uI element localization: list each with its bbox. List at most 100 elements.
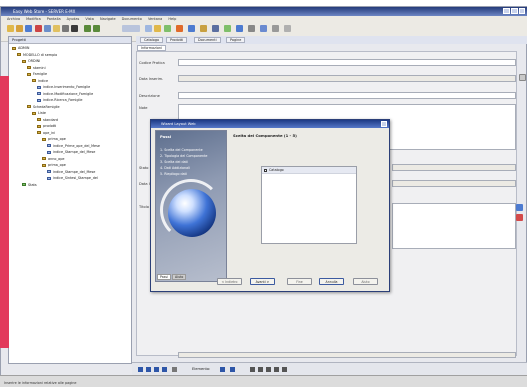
- tree-item[interactable]: standard: [37, 118, 58, 122]
- menu-navigate[interactable]: Navigate: [100, 17, 116, 21]
- insert-date-field[interactable]: [178, 75, 516, 82]
- menu-help-tools[interactable]: Ayudas: [67, 17, 80, 21]
- menu-window[interactable]: Ventana: [148, 17, 162, 21]
- tree-item[interactable]: Liste: [32, 111, 46, 115]
- open-folder-icon[interactable]: [16, 25, 23, 32]
- tree-item[interactable]: indice_Stampe_del_Mese: [47, 170, 95, 174]
- label-description: Descrizione: [139, 94, 160, 98]
- last-record-icon[interactable]: [162, 367, 167, 372]
- tree-item[interactable]: stamini: [27, 66, 46, 70]
- tab-catalog[interactable]: Catalogo: [140, 37, 164, 43]
- practice-code-field[interactable]: [178, 59, 516, 66]
- tree-item[interactable]: anno_ope: [42, 157, 64, 161]
- tools-icon[interactable]: [272, 25, 279, 32]
- menu-edit[interactable]: Modifica: [26, 17, 41, 21]
- maximize-button[interactable]: [511, 8, 518, 14]
- tree-item-label: indice.Inserimento_Famiglie: [43, 85, 91, 89]
- tree-item-label: ADMIN: [18, 46, 30, 50]
- description-field[interactable]: [178, 92, 516, 99]
- tree-item[interactable]: indice.Inserimento_Famiglie: [37, 85, 90, 89]
- component-list[interactable]: Catalogo: [261, 166, 357, 244]
- tab-steps[interactable]: Passi: [157, 274, 171, 280]
- tree-item[interactable]: Stats: [22, 183, 37, 187]
- menu-help[interactable]: Help: [168, 17, 176, 21]
- run-icon[interactable]: [122, 25, 140, 32]
- edit-icon[interactable]: [516, 204, 523, 211]
- tab-products[interactable]: Prodotti: [166, 37, 188, 43]
- start-date-field[interactable]: [392, 180, 516, 187]
- help-icon[interactable]: [260, 25, 267, 32]
- tree-item[interactable]: indice.Modificazione_Famiglie: [37, 92, 93, 96]
- refresh-icon[interactable]: [284, 25, 291, 32]
- title-field[interactable]: [392, 203, 516, 249]
- first-record-icon[interactable]: [138, 367, 143, 372]
- finish-button[interactable]: Fine: [287, 278, 312, 285]
- link-icon[interactable]: [188, 25, 195, 32]
- tree-item[interactable]: Famiglie: [27, 72, 47, 76]
- nav-prev-icon[interactable]: [220, 367, 225, 372]
- report-icon[interactable]: [212, 25, 219, 32]
- close-button[interactable]: [519, 8, 525, 14]
- tree-item[interactable]: prima_ope: [42, 163, 66, 167]
- tree-item[interactable]: ORDINI: [22, 59, 40, 63]
- tab-pages[interactable]: Pagine: [226, 37, 246, 43]
- tab-help[interactable]: Aiuto: [172, 274, 187, 280]
- back-button[interactable]: < Indietro: [217, 278, 242, 285]
- previous-record-icon[interactable]: [146, 367, 151, 372]
- tree-item[interactable]: indice.Ricerca_Famiglie: [37, 98, 83, 102]
- tree-item[interactable]: MODELLO di sempio: [17, 53, 57, 57]
- detail-view-icon[interactable]: [266, 367, 271, 372]
- chart-icon[interactable]: [176, 25, 183, 32]
- menu-screen[interactable]: Pantalla: [47, 17, 61, 21]
- publish-icon[interactable]: [224, 25, 231, 32]
- list-view-icon[interactable]: [258, 367, 263, 372]
- add-record-icon[interactable]: [172, 367, 177, 372]
- delete-icon[interactable]: [516, 214, 523, 221]
- tree-item[interactable]: ope_ini: [37, 131, 55, 135]
- search-icon[interactable]: [62, 25, 69, 32]
- state-field[interactable]: [392, 164, 516, 171]
- copy-icon[interactable]: [44, 25, 51, 32]
- tree-item[interactable]: prodotti: [37, 124, 56, 128]
- tree-item[interactable]: ADMIN: [12, 46, 29, 50]
- tree-item[interactable]: prima_ope: [42, 137, 66, 141]
- label-practice-code: Codice Pratica: [139, 61, 165, 65]
- filter-icon[interactable]: [274, 367, 279, 372]
- menu-view[interactable]: Vista: [85, 17, 94, 21]
- checkbox[interactable]: [264, 168, 267, 172]
- tree-item[interactable]: SchedaFamiglie: [27, 105, 60, 109]
- save-icon[interactable]: [25, 25, 32, 32]
- cancel-button[interactable]: Annulla: [319, 278, 344, 285]
- horizontal-scrollbar[interactable]: [178, 352, 516, 358]
- list-item[interactable]: Catalogo: [262, 167, 356, 174]
- folder-icon: [37, 131, 41, 134]
- next-record-icon[interactable]: [154, 367, 159, 372]
- tree-item[interactable]: indice_Sintesi_Stampe_del: [47, 176, 98, 180]
- properties-icon[interactable]: [248, 25, 255, 32]
- lookup-button[interactable]: [519, 74, 526, 81]
- menu-document[interactable]: Documento: [122, 17, 142, 21]
- menu-file[interactable]: Archivo: [7, 17, 20, 21]
- help-button[interactable]: Aiuto: [353, 278, 378, 285]
- tree-item[interactable]: indice: [32, 79, 48, 83]
- settings-icon[interactable]: [200, 25, 207, 32]
- layout-icon[interactable]: [145, 25, 152, 32]
- dialog-close-button[interactable]: [381, 121, 387, 127]
- next-button[interactable]: Avanti >: [250, 278, 275, 285]
- preview-icon[interactable]: [236, 25, 243, 32]
- nav-next-icon[interactable]: [230, 367, 235, 372]
- grid-view-icon[interactable]: [250, 367, 255, 372]
- component-icon[interactable]: [154, 25, 161, 32]
- database-icon[interactable]: [164, 25, 171, 32]
- cut-icon[interactable]: [35, 25, 42, 32]
- tab-documents[interactable]: Documenti: [194, 37, 221, 43]
- new-icon[interactable]: [7, 25, 14, 32]
- sort-icon[interactable]: [282, 367, 287, 372]
- tree-item[interactable]: indice_Stampe_del_Mese: [47, 150, 95, 154]
- paste-icon[interactable]: [53, 25, 60, 32]
- undo-icon[interactable]: [84, 25, 91, 32]
- print-icon[interactable]: [71, 25, 78, 32]
- redo-icon[interactable]: [93, 25, 100, 32]
- tree-item[interactable]: indice_Prime_ope_del_Mese: [47, 144, 100, 148]
- minimize-button[interactable]: [503, 8, 510, 14]
